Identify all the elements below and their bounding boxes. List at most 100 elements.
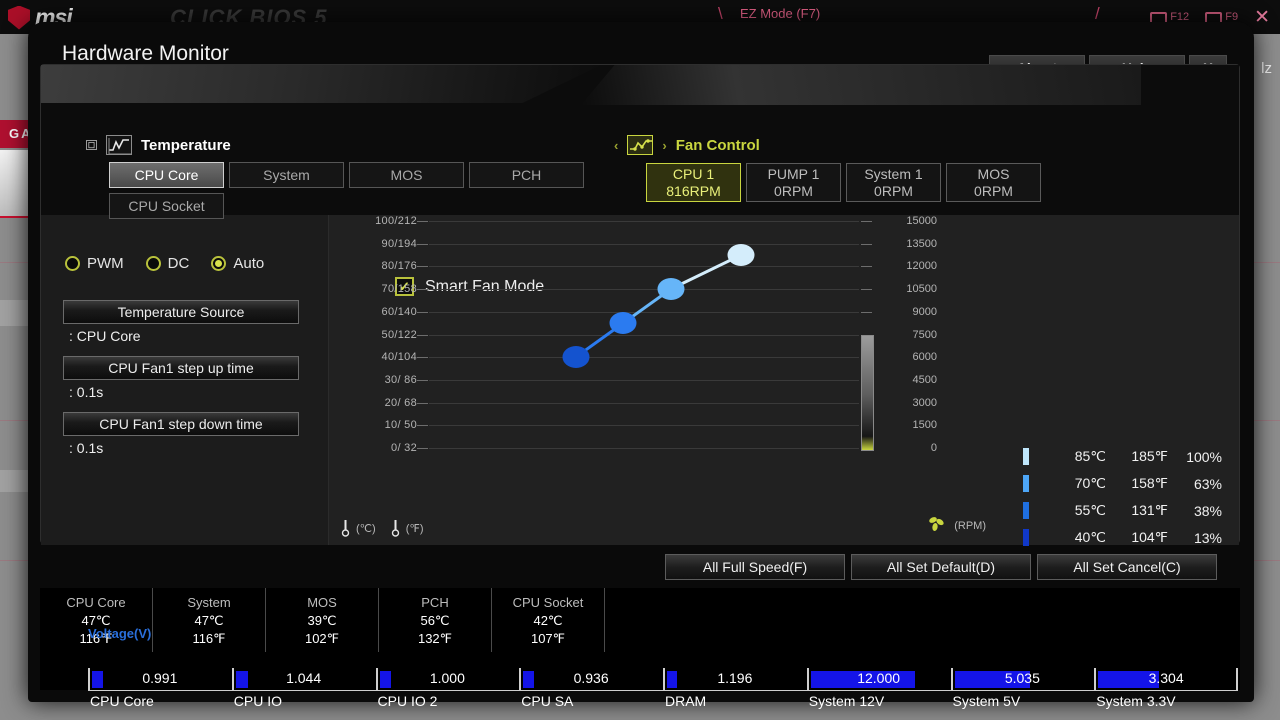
voltage-readout-system-3-3v: 3.304 System 3.3V — [1094, 668, 1238, 714]
collapse-icon: ☐ — [86, 140, 97, 150]
legend-fahrenheit: 185℉ — [1131, 448, 1168, 464]
radio-pwm-icon[interactable] — [65, 256, 80, 271]
fan-control-chart-icon — [627, 135, 654, 155]
msi-shield-icon — [8, 5, 30, 30]
temperature-readout-fahrenheit: 132℉ — [417, 631, 453, 646]
voltage-value: 0.991 — [142, 670, 178, 686]
rpm-indicator-fill — [862, 335, 873, 450]
temp-source-tab-system[interactable]: System — [229, 162, 344, 188]
voltage-name: CPU IO — [233, 693, 282, 709]
option-button-0[interactable]: Temperature Source — [63, 300, 299, 324]
option-button-2[interactable]: CPU Fan1 step down time — [63, 412, 299, 436]
fan-icon — [927, 515, 946, 537]
voltage-readouts: 0.991 CPU Core 1.044 CPU IO 1.000 CPU IO 2 0.9… — [88, 668, 1238, 714]
bios-close-icon[interactable]: ✕ — [1254, 6, 1270, 29]
voltage-readout-system-12v: 12.000 System 12V — [806, 668, 951, 714]
legend-color-swatch — [1023, 502, 1029, 519]
legend-duty-percent: 63% — [1193, 475, 1222, 492]
voltage-name: System 3.3V — [1096, 693, 1176, 709]
legend-row: 55℃ 131℉ 38% — [1023, 497, 1222, 524]
fan-mode-radio-auto[interactable]: Auto — [211, 255, 264, 272]
legend-fahrenheit: 158℉ — [1131, 475, 1168, 491]
temperature-source-tabs: CPU Core System MOS PCH CPU Socket — [109, 162, 599, 219]
fan-selector-tabs: CPU 1 816RPM PUMP 1 0RPM System 1 0RPM MOS 0RPM — [646, 163, 1046, 202]
fan-mode-radio-pwm[interactable]: PWM — [65, 255, 124, 272]
temperature-readout-cpu-socket: CPU Socket 42℃ 107℉ — [492, 588, 605, 652]
voltage-readout-cpu-io-2: 1.000 CPU IO 2 — [375, 668, 520, 714]
fan-tab-mos[interactable]: MOS 0RPM — [946, 163, 1041, 202]
voltage-name: CPU IO 2 — [377, 693, 438, 709]
fan-curve-point-0[interactable] — [562, 346, 590, 369]
temperature-readouts: CPU Core 47℃ 116℉ System 47℃ 116℉ MOS 39℃ 102℉ PC… — [40, 588, 1240, 652]
voltage-value: 1.000 — [429, 670, 465, 686]
voltage-value: 3.304 — [1148, 670, 1184, 686]
hardware-monitor-dialog: Hardware Monitor About Help X ☐ Temperat… — [28, 22, 1254, 709]
section-tab-temperature[interactable]: ☐ Temperature — [86, 135, 231, 155]
temp-source-tab-cpu-socket[interactable]: CPU Socket — [109, 193, 224, 219]
fan-tab-rpm: 0RPM — [874, 183, 913, 199]
fan-curve-legend: 85℃ 185℉ 100% 70℃ 158℉ 63% 55℃ 131℉ 38% 40℃ 104℉ 13… — [1023, 443, 1222, 551]
fan-tab-pump-1[interactable]: PUMP 1 0RPM — [746, 163, 841, 202]
action-button-1[interactable]: All Set Default(D) — [851, 554, 1031, 580]
voltage-name: CPU SA — [521, 693, 574, 709]
voltage-value: 12.000 — [857, 670, 901, 686]
voltage-name: DRAM — [665, 693, 707, 709]
temperature-readout-cpu-core: CPU Core 47℃ 116℉ — [40, 588, 153, 652]
fan-mode-radio-dc[interactable]: DC — [145, 255, 190, 272]
fan-tab-cpu-1[interactable]: CPU 1 816RPM — [646, 163, 741, 202]
radio-auto-icon[interactable] — [211, 256, 227, 271]
legend-row: 85℃ 185℉ 100% — [1023, 443, 1222, 470]
section-tab-fan-control-label: Fan Control — [675, 136, 760, 154]
fan-mode-radio-label: Auto — [233, 255, 265, 272]
legend-color-swatch — [1023, 448, 1029, 465]
voltage-readout-cpu-core: 0.991 CPU Core — [88, 668, 232, 714]
legend-celsius: 40℃ — [1074, 529, 1106, 545]
action-button-0[interactable]: All Full Speed(F) — [665, 554, 845, 580]
radio-dc-icon[interactable] — [145, 256, 161, 271]
voltage-name: CPU Core — [90, 693, 154, 709]
ez-mode-button[interactable]: EZ Mode (F7) — [740, 6, 820, 21]
rpm-unit-label: (RPM) — [954, 520, 986, 532]
fan-curve-point-2[interactable] — [657, 278, 685, 301]
legend-celsius: 70℃ — [1074, 475, 1106, 491]
action-button-2[interactable]: All Set Cancel(C) — [1037, 554, 1217, 580]
fan-mode-radio-label: DC — [167, 255, 190, 272]
voltage-readout-system-5v: 5.035 System 5V — [950, 668, 1095, 714]
fan-curve-point-1[interactable] — [609, 312, 637, 335]
option-button-1[interactable]: CPU Fan1 step up time — [63, 356, 299, 380]
page-title: Hardware Monitor — [62, 42, 229, 65]
voltage-readout-dram: 1.196 DRAM — [663, 668, 807, 714]
option-value-0: : CPU Core — [69, 328, 141, 344]
panel-body: PWM DC Auto Temperature Source : CPU Core CP… — [41, 215, 1239, 546]
temperature-unit-legend: (℃) (℉) — [341, 519, 432, 537]
legend-celsius: 85℃ — [1074, 448, 1106, 464]
fan-curve-point-3[interactable] — [727, 244, 755, 267]
temp-source-tab-pch[interactable]: PCH — [469, 162, 584, 188]
voltage-value: 1.196 — [717, 670, 753, 686]
temperature-readout-name: MOS — [307, 595, 337, 610]
legend-duty-percent: 100% — [1186, 448, 1222, 465]
temperature-readout-mos: MOS 39℃ 102℉ — [266, 588, 379, 652]
legend-color-swatch — [1023, 475, 1029, 492]
fan-tab-name: PUMP 1 — [767, 166, 820, 182]
legend-fahrenheit: 131℉ — [1131, 502, 1168, 518]
fan-tab-rpm: 0RPM — [774, 183, 813, 199]
temp-source-tab-mos[interactable]: MOS — [349, 162, 464, 188]
legend-row: 40℃ 104℉ 13% — [1023, 524, 1222, 551]
fan-tab-rpm: 816RPM — [666, 183, 721, 199]
fan-tab-system-1[interactable]: System 1 0RPM — [846, 163, 941, 202]
fan-tab-name: System 1 — [864, 166, 923, 182]
temperature-readout-pch: PCH 56℃ 132℉ — [379, 588, 492, 652]
next-arrow-icon[interactable]: › — [662, 138, 666, 153]
temp-source-tab-cpu-core[interactable]: CPU Core — [109, 162, 224, 188]
temperature-readout-fahrenheit: 107℉ — [530, 631, 566, 646]
voltage-section-title: Voltage(V) — [88, 626, 152, 641]
voltage-name: System 12V — [808, 693, 885, 709]
prev-arrow-icon[interactable]: ‹ — [614, 138, 618, 153]
temperature-readout-system: System 47℃ 116℉ — [153, 588, 266, 652]
current-rpm-indicator[interactable] — [861, 334, 874, 451]
section-tab-fan-control[interactable]: ‹ › Fan Control — [614, 135, 760, 155]
temperature-readout-name: CPU Socket — [512, 595, 584, 610]
thermometer-fahrenheit-icon — [391, 519, 400, 537]
section-tab-temperature-label: Temperature — [141, 136, 231, 154]
